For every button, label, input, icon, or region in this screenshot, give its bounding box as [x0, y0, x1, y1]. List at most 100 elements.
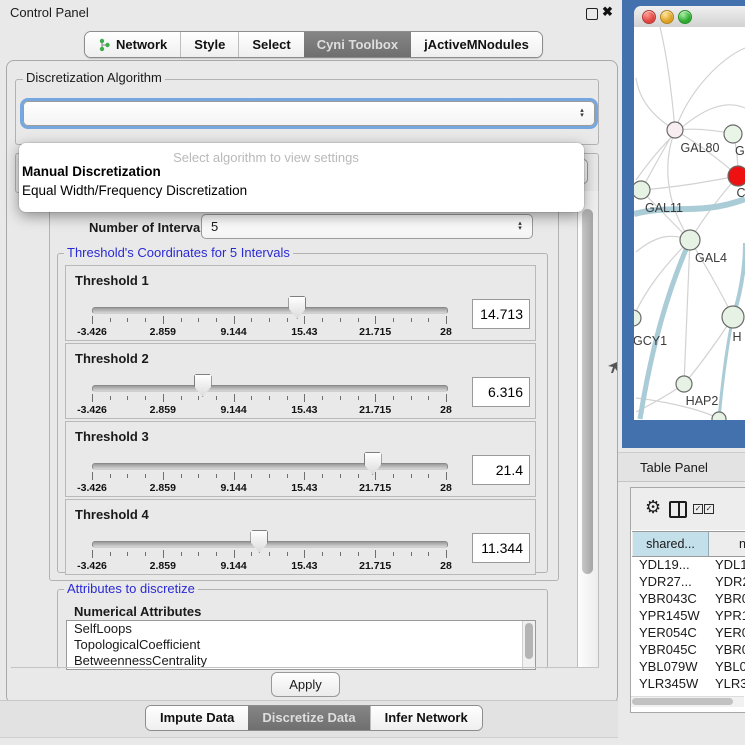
- tick-label: -3.426: [77, 404, 107, 416]
- table-rows: YDL19...YDL1YDR27...YDR2YBR043CYBR0YPR14…: [632, 556, 745, 703]
- slider-tick-labels: -3.4262.8599.14415.4321.71528: [92, 482, 447, 494]
- table-row[interactable]: YDL19...YDL1: [632, 556, 745, 573]
- checkbox-icon[interactable]: ✓: [693, 504, 703, 514]
- network-window-titlebar: [634, 6, 745, 28]
- table-header-row: shared... na: [632, 531, 745, 557]
- node-label-gal11: GAL11: [645, 201, 683, 215]
- slider-track[interactable]: [92, 541, 448, 548]
- attributes-scrollbar[interactable]: [522, 621, 535, 669]
- tab-infer-network[interactable]: Infer Network: [370, 706, 482, 730]
- tick-label: -3.426: [77, 482, 107, 494]
- column-header-name[interactable]: na: [709, 532, 745, 556]
- node-label-hap2: HAP2: [686, 394, 719, 408]
- tick-label: 21.715: [359, 482, 391, 494]
- popup-item-manual-discretization[interactable]: Manual Discretization: [22, 164, 161, 179]
- network-node-bottom[interactable]: [712, 412, 726, 420]
- tab-style[interactable]: Style: [180, 32, 238, 57]
- close-traffic-light-icon[interactable]: [642, 10, 656, 24]
- gear-icon[interactable]: ⚙: [645, 498, 661, 516]
- table-row[interactable]: YBR045CYBR0: [632, 641, 745, 658]
- number-of-intervals-combobox[interactable]: 5 ▴▾: [201, 214, 533, 239]
- table-row[interactable]: YPR145WYPR1: [632, 607, 745, 624]
- tab-discretize-data[interactable]: Discretize Data: [248, 706, 369, 730]
- combo-arrows-icon: ▴▾: [577, 109, 587, 118]
- tick-label: 21.715: [359, 560, 391, 572]
- slider-tick-labels: -3.4262.8599.14415.4321.71528: [92, 326, 447, 338]
- control-panel-titlebar: Control Panel ✖: [0, 0, 618, 26]
- columns-icon[interactable]: [669, 501, 687, 518]
- node-label-h-node: H: [732, 330, 741, 344]
- apply-button[interactable]: Apply: [271, 672, 340, 697]
- threshold-value-field[interactable]: [472, 299, 530, 329]
- popup-item-equal-width-frequency[interactable]: Equal Width/Frequency Discretization: [22, 183, 247, 198]
- slider-ticks: [92, 316, 447, 326]
- node-label-gal4: GAL4: [695, 251, 727, 265]
- tick-label: -3.426: [77, 560, 107, 572]
- table-row[interactable]: YLR345WYLR3: [632, 675, 745, 692]
- network-node-h-node[interactable]: [722, 306, 744, 328]
- slider-track[interactable]: [92, 307, 448, 314]
- minimize-traffic-light-icon[interactable]: [660, 10, 674, 24]
- scrollbar-thumb[interactable]: [632, 698, 733, 705]
- thresholds-group-title: Threshold's Coordinates for 5 Intervals: [64, 245, 293, 260]
- tab-select[interactable]: Select: [238, 32, 303, 57]
- threshold-row: Threshold 1 -3.4262.8599.14415.4321.7152…: [65, 265, 536, 341]
- tab-impute-data[interactable]: Impute Data: [146, 706, 248, 730]
- network-icon: [98, 38, 111, 52]
- tick-label: 28: [440, 326, 452, 338]
- network-node-hap2[interactable]: [676, 376, 692, 392]
- network-node-red-node[interactable]: [728, 166, 745, 186]
- float-window-icon[interactable]: [586, 8, 598, 20]
- control-panel-title: Control Panel: [10, 5, 89, 20]
- table-row[interactable]: YER054CYER0: [632, 624, 745, 641]
- algorithm-combobox[interactable]: ▴▾: [23, 101, 595, 126]
- close-icon[interactable]: ✖: [602, 4, 613, 20]
- threshold-value-field[interactable]: [472, 533, 530, 563]
- tab-jactivemnodules[interactable]: jActiveMNodules: [411, 32, 542, 57]
- network-view-window: GAL80GACGAL11GAL4GCY1HHAP2: [622, 0, 745, 448]
- scrollbar-thumb[interactable]: [525, 623, 533, 659]
- threshold-value-field[interactable]: [472, 377, 530, 407]
- table-panel-titlebar: Table Panel: [618, 452, 745, 482]
- threshold-label: Threshold 2: [75, 351, 149, 366]
- number-of-intervals-value: 5: [202, 219, 515, 234]
- slider-track[interactable]: [92, 385, 448, 392]
- algorithm-group-title: Discretization Algorithm: [23, 70, 165, 85]
- table-row[interactable]: YBL079WYBL0: [632, 658, 745, 675]
- attribute-list-item[interactable]: TopologicalCoefficient: [67, 637, 535, 653]
- control-panel-tabs: Network Style Select Cyni Toolbox jActiv…: [84, 31, 543, 58]
- algorithm-dropdown-popup: Select algorithm to view settings Manual…: [19, 143, 584, 212]
- network-node-top-right[interactable]: [724, 125, 742, 143]
- slider-track[interactable]: [92, 463, 448, 470]
- numerical-attributes-list[interactable]: SelfLoopsTopologicalCoefficientBetweenne…: [66, 620, 536, 670]
- settings-vertical-scrollbar[interactable]: [577, 191, 599, 667]
- algorithm-placeholder-text: Select algorithm to view settings: [111, 150, 421, 165]
- network-node-gal80[interactable]: [667, 122, 683, 138]
- tab-cyni-toolbox[interactable]: Cyni Toolbox: [304, 32, 411, 57]
- threshold-value-field[interactable]: [472, 455, 530, 485]
- tick-label: 9.144: [220, 404, 246, 416]
- network-node-gal4[interactable]: [680, 230, 700, 250]
- table-panel-title: Table Panel: [640, 460, 708, 475]
- table-row[interactable]: YDR27...YDR2: [632, 573, 745, 590]
- network-node-gcy1[interactable]: [634, 310, 641, 326]
- tick-label: 2.859: [150, 560, 176, 572]
- tick-label: 28: [440, 560, 452, 572]
- slider-ticks: [92, 550, 447, 560]
- network-canvas[interactable]: GAL80GACGAL11GAL4GCY1HHAP2: [634, 27, 745, 420]
- threshold-row: Threshold 3 -3.4262.8599.14415.4321.7152…: [65, 421, 536, 497]
- table-horizontal-scrollbar[interactable]: [631, 696, 744, 707]
- tick-label: 9.144: [220, 560, 246, 572]
- tick-label: 15.43: [291, 404, 317, 416]
- tick-label: 28: [440, 482, 452, 494]
- table-row[interactable]: YBR043CYBR0: [632, 590, 745, 607]
- zoom-traffic-light-icon[interactable]: [678, 10, 692, 24]
- checkbox-icon[interactable]: ✓: [704, 504, 714, 514]
- tab-network[interactable]: Network: [85, 32, 180, 57]
- network-node-gal11[interactable]: [634, 181, 650, 199]
- scrollbar-thumb[interactable]: [582, 209, 593, 574]
- column-header-shared-name[interactable]: shared...: [633, 532, 709, 556]
- threshold-row: Threshold 2 -3.4262.8599.14415.4321.7152…: [65, 343, 536, 419]
- attribute-list-item[interactable]: SelfLoops: [67, 621, 535, 637]
- slider-ticks: [92, 472, 447, 482]
